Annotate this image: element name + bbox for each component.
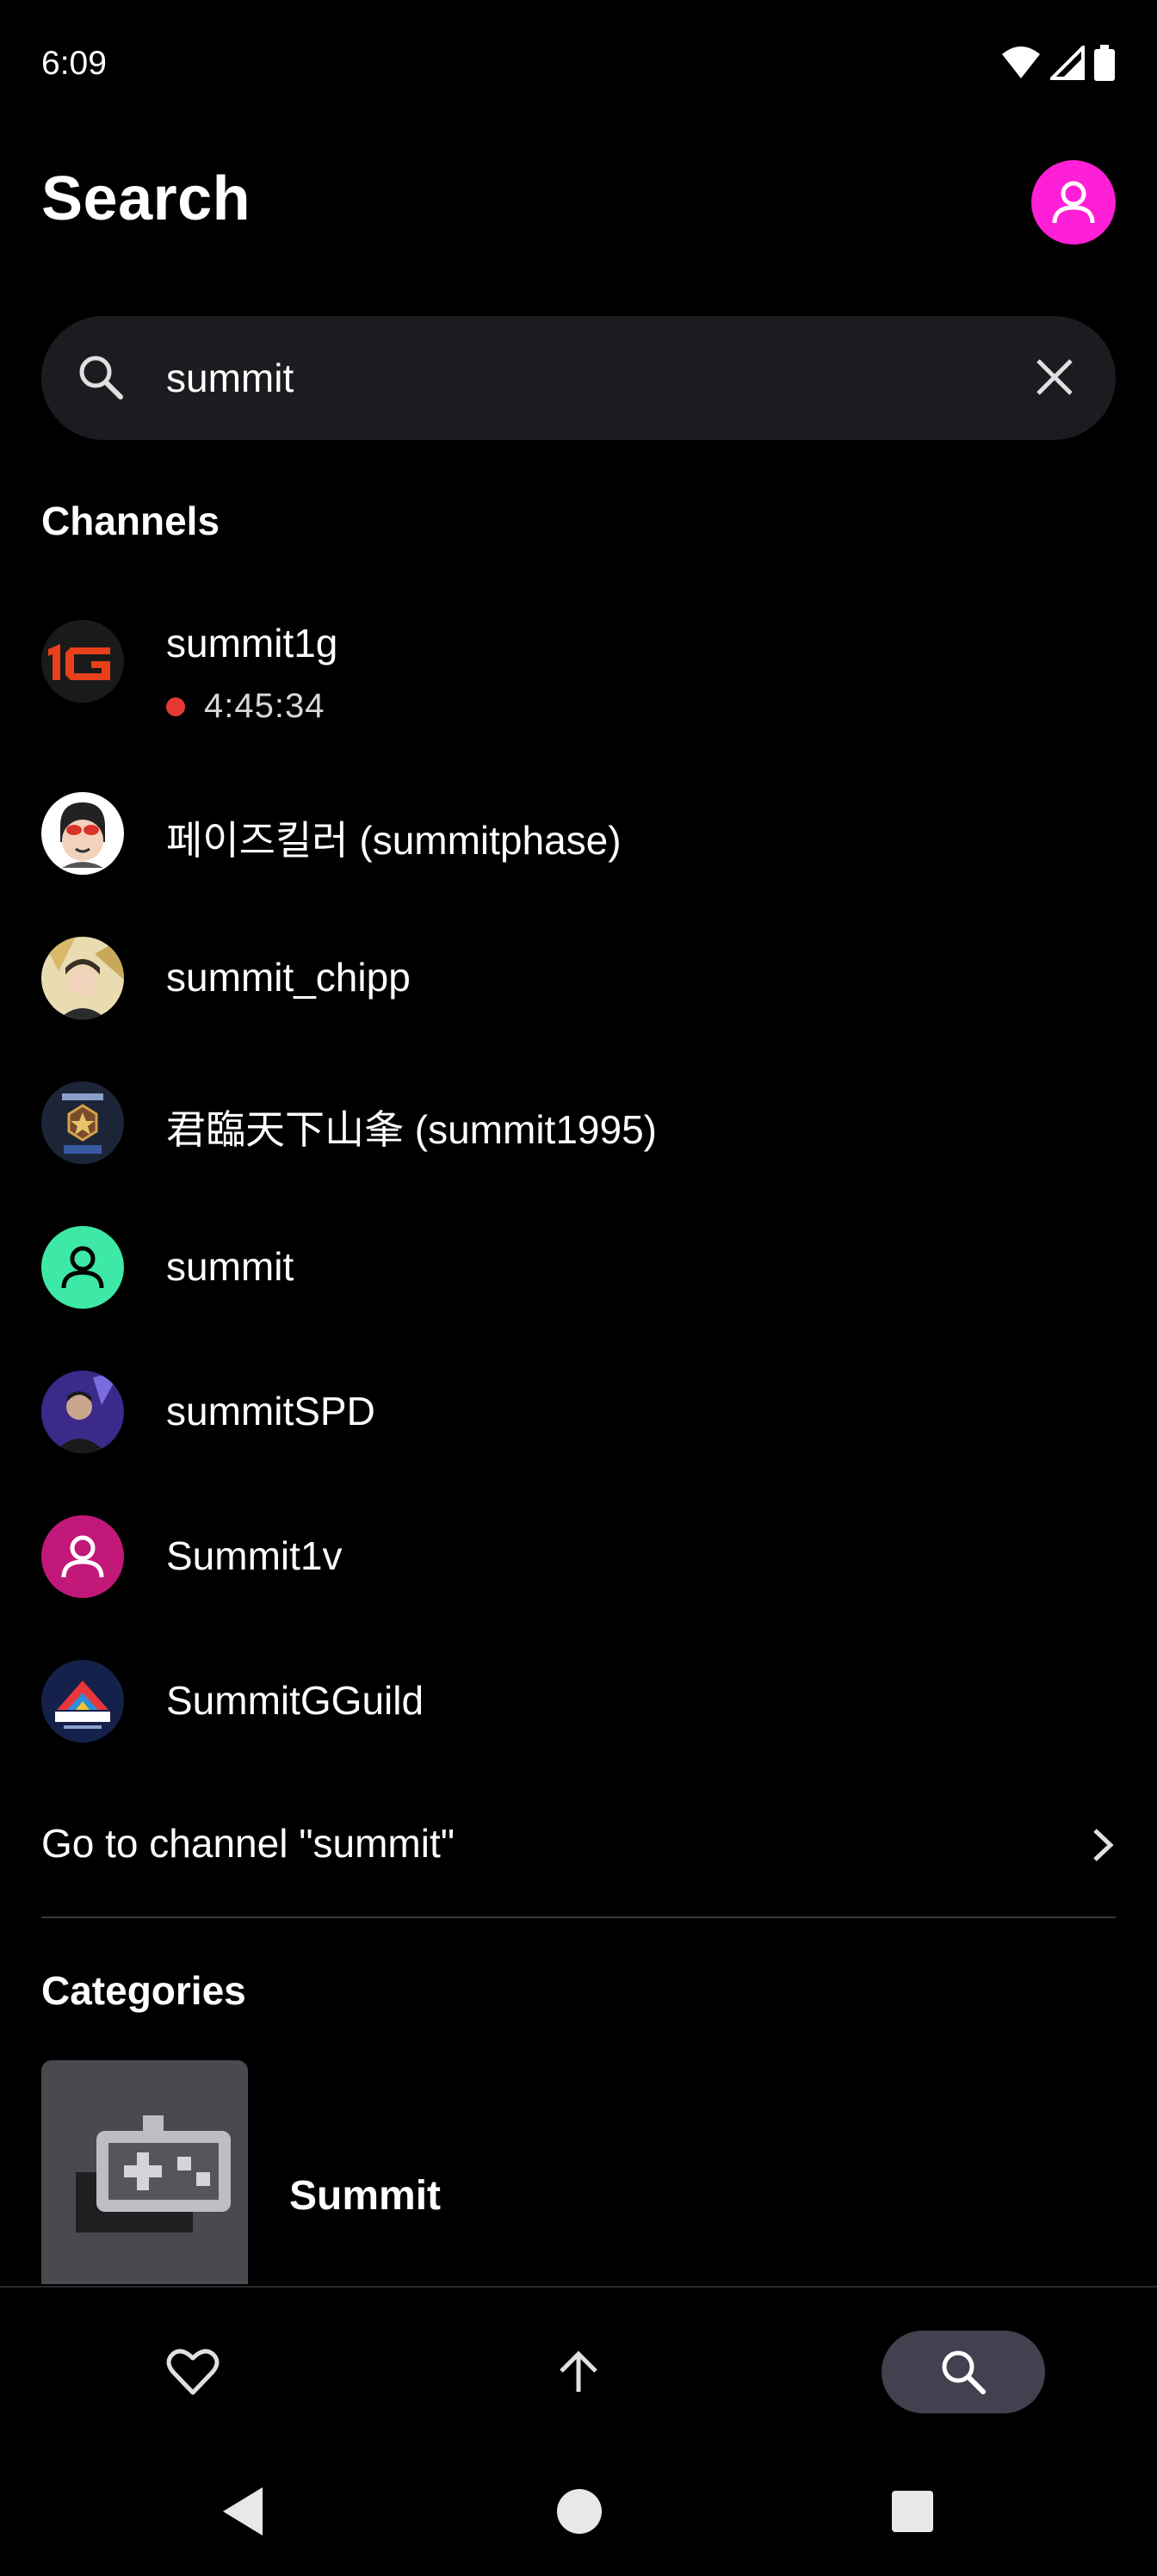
- live-dot: [166, 697, 185, 716]
- avatar: [41, 1515, 124, 1598]
- cell-signal-icon: [1050, 46, 1085, 80]
- channel-name: summit: [166, 1244, 294, 1289]
- channel-row-summit-chipp[interactable]: summit_chipp: [0, 906, 1157, 1050]
- close-icon[interactable]: [1033, 356, 1076, 399]
- user-icon: [61, 1246, 104, 1289]
- status-bar: 6:09: [0, 0, 1157, 129]
- live-indicator: 4:45:34: [166, 687, 325, 726]
- wifi-icon: [1002, 46, 1040, 78]
- 1g-logo-icon: [48, 644, 110, 680]
- avatar: [41, 620, 124, 703]
- channel-row-summit[interactable]: summit: [0, 1195, 1157, 1340]
- category-item-summit[interactable]: Summit: [0, 2060, 1157, 2284]
- go-to-channel-label: Go to channel "summit": [41, 1821, 455, 1866]
- channel-row-summitgguild[interactable]: SummitGGuild: [0, 1629, 1157, 1774]
- gamepad-icon: [76, 2115, 231, 2232]
- search-bar: [41, 316, 1116, 440]
- avatar: [41, 1226, 124, 1309]
- channel-name: 페이즈킬러 (summitphase): [166, 818, 622, 863]
- go-to-channel-row[interactable]: Go to channel "summit": [0, 1799, 1157, 1894]
- avatar: [41, 1371, 124, 1453]
- channel-name: 君臨天下山夆 (summit1995): [166, 1107, 657, 1152]
- category-thumbnail: [41, 2060, 248, 2284]
- chevron-right-icon: [1093, 1829, 1114, 1861]
- live-duration: 4:45:34: [204, 687, 325, 725]
- category-name: Summit: [289, 2173, 442, 2219]
- back-icon[interactable]: [220, 2484, 266, 2539]
- avatar: [41, 937, 124, 1019]
- user-icon: [1052, 181, 1095, 224]
- arrow-up-icon: [560, 2350, 597, 2392]
- profile-button[interactable]: [1031, 160, 1116, 245]
- nav-top[interactable]: [497, 2331, 660, 2413]
- categories-section-title: Categories: [41, 1968, 246, 2013]
- channel-name: summit_chipp: [166, 955, 411, 1000]
- status-time: 6:09: [41, 45, 107, 82]
- search-icon: [942, 2350, 986, 2394]
- heart-icon: [166, 2349, 220, 2395]
- system-nav-bar: [0, 2458, 1157, 2576]
- page-title: Search: [41, 164, 251, 233]
- search-input[interactable]: [166, 342, 941, 414]
- search-icon: [79, 356, 123, 399]
- recents-icon[interactable]: [890, 2484, 935, 2539]
- channel-name: summitSPD: [166, 1389, 375, 1434]
- avatar: [41, 1660, 124, 1743]
- bottom-nav: [0, 2286, 1157, 2460]
- status-icons: [1000, 45, 1116, 81]
- emblem-avatar-icon: [62, 1093, 103, 1154]
- channel-name: Summit1v: [166, 1533, 343, 1578]
- channels-section-title: Channels: [41, 498, 220, 543]
- cartoon-avatar-icon: [60, 802, 105, 868]
- channel-row-summitphase[interactable]: 페이즈킬러 (summitphase): [0, 761, 1157, 906]
- channel-row-summit1995[interactable]: 君臨天下山夆 (summit1995): [0, 1050, 1157, 1195]
- channel-name: summit1g: [166, 621, 338, 666]
- avatar: [41, 1081, 124, 1164]
- user-icon: [61, 1535, 104, 1578]
- channel-row-summit1g[interactable]: summit1g 4:45:34: [0, 594, 1157, 739]
- illustrated-avatar-icon: [41, 937, 124, 1019]
- divider: [41, 1917, 1116, 1918]
- avatar: [41, 792, 124, 875]
- channel-row-summit1v[interactable]: Summit1v: [0, 1484, 1157, 1629]
- channel-name: SummitGGuild: [166, 1678, 424, 1723]
- photo-avatar-icon: [41, 1371, 124, 1453]
- battery-icon: [1094, 45, 1115, 81]
- channel-row-summitspd[interactable]: summitSPD: [0, 1340, 1157, 1484]
- home-icon[interactable]: [555, 2484, 603, 2539]
- nav-search[interactable]: [882, 2331, 1045, 2413]
- nav-following[interactable]: [111, 2331, 275, 2413]
- summit-gaming-guild-logo-icon: [55, 1681, 110, 1729]
